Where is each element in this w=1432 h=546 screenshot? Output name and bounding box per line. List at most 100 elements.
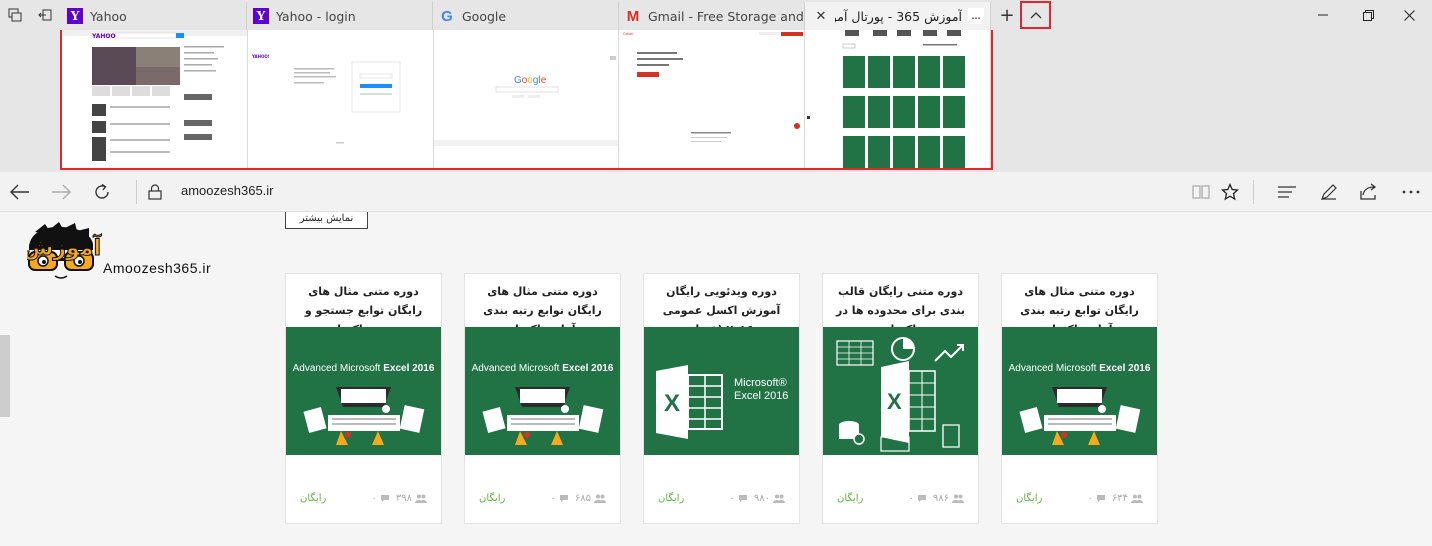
star-icon [1221,183,1239,201]
course-footer: رایگان ۰ ۹۸۶ [823,473,978,523]
price-label: رایگان [658,492,685,504]
gmail-favicon: M [626,7,640,25]
logo-wordmark: آموزش ۳۶۵ [27,233,101,261]
favorite-button[interactable] [1214,176,1246,208]
tab-sets-icon[interactable] [0,0,30,30]
comments-count: ۰ [1088,493,1106,504]
close-tab-icon[interactable]: ✕ [813,8,829,24]
show-more-button[interactable]: نمایش بیشتر [285,212,368,229]
tab-strip: Y Yahoo Y Yahoo - login G Google M Gmail… [61,2,991,30]
tab-gmail[interactable]: M Gmail - Free Storage and Em [619,2,805,30]
course-footer: رایگان ۰ ۳۹۸ [286,473,441,523]
tab-preview-amoozesh[interactable] [805,30,991,168]
close-window-button[interactable] [1386,0,1432,30]
web-page: نمایش بیشتر آموزش ۳۶۵ Amoozesh365.ir دور… [0,212,1432,546]
svg-text:YAHOO!: YAHOO! [251,54,270,59]
tab-title: Yahoo - login [276,8,356,24]
tab-yahoo[interactable]: Y Yahoo [61,2,247,30]
tab-bar: Y Yahoo Y Yahoo - login G Google M Gmail… [0,0,1432,30]
web-note-button[interactable] [1313,176,1345,208]
scrollbar-thumb[interactable] [0,335,10,417]
course-title[interactable]: دوره متنی مثال های رایگان توابع جستجو و … [286,274,441,336]
course-title[interactable]: دوره متنی رایگان قالب بندی برای محدوده ه… [823,274,978,336]
course-title[interactable]: دوره متنی مثال های رایگان توابع رتبه بند… [465,274,620,336]
course-card[interactable]: دوره متنی مثال های رایگان توابع رتبه بند… [1001,273,1158,524]
tab-yahoo-login[interactable]: Y Yahoo - login [247,2,433,30]
forward-button[interactable] [45,176,77,208]
logo-caption: Amoozesh365.ir [103,260,212,276]
new-tab-button[interactable]: + [996,0,1018,30]
course-card[interactable]: دوره متنی مثال های رایگان توابع رتبه بند… [464,273,621,524]
svg-text:Google: Google [514,75,547,86]
tab-previews: YAHOO! YAHOO! Google Gmail [0,30,1432,172]
price-label: رایگان [479,492,506,504]
tab-title: Gmail - Free Storage and Em [648,8,804,24]
course-card[interactable]: دوره متنی رایگان قالب بندی برای محدوده ه… [822,273,979,524]
amoozesh-favicon: ... [968,8,984,24]
excel-charts-illustration: X [836,337,964,452]
minimize-icon [1318,14,1328,16]
students-count: ۹۸۰ [754,493,785,504]
laptop-illustration [303,387,425,445]
yahoo-favicon: Y [67,8,83,24]
tab-preview-gmail[interactable]: Gmail [619,30,806,168]
chevron-up-icon [1030,12,1041,19]
comments-count: ۰ [551,493,569,504]
google-favicon: G [441,7,453,25]
users-icon [594,494,606,503]
course-image: Advanced Microsoft Excel 2016 [1002,327,1157,455]
back-button[interactable] [4,176,36,208]
users-icon [1131,494,1143,503]
tab-preview-google[interactable]: Google [433,30,620,168]
laptop-illustration [1019,387,1141,445]
students-count: ۶۳۴ [1112,493,1143,504]
course-footer: رایگان ۰ ۶۳۴ [1002,473,1157,523]
share-button[interactable] [1353,176,1385,208]
course-image: Advanced Microsoft Excel 2016 [286,327,441,455]
refresh-button[interactable] [86,176,118,208]
comment-icon [559,494,568,502]
hub-button[interactable] [1271,176,1303,208]
course-footer: رایگان ۰ ۶۸۵ [465,473,620,523]
close-icon [1403,9,1415,21]
restore-icon [1362,9,1374,21]
tab-preview-strip: YAHOO! YAHOO! Google Gmail [60,30,993,170]
divider [136,180,137,204]
laptop-illustration [482,387,604,445]
course-title[interactable]: دوره ویدئویی رایگان آموزش اکسل عمومی ۲۰۱… [644,274,799,336]
lock-icon[interactable] [139,176,171,208]
address-bar[interactable]: amoozesh365.ir [181,183,274,198]
course-card[interactable]: دوره ویدئویی رایگان آموزش اکسل عمومی ۲۰۱… [643,273,800,524]
course-stats: ۰ ۶۸۵ [551,493,606,504]
comments-count: ۰ [730,493,748,504]
comment-icon [917,494,926,502]
yahoo-favicon: Y [253,8,269,24]
book-icon [1192,185,1210,199]
users-icon [773,494,785,503]
restore-button[interactable] [1345,0,1391,30]
price-label: رایگان [300,492,327,504]
course-stats: ۰ ۶۳۴ [1088,493,1143,504]
tab-title: Google [462,8,507,24]
tab-title: Yahoo [90,8,127,24]
arrow-left-icon [10,184,29,200]
set-tabs-aside-icon[interactable] [30,0,60,30]
tab-preview-yahoo[interactable]: YAHOO! [62,30,248,168]
tab-google[interactable]: G Google [433,2,619,30]
comments-count: ۰ [372,493,390,504]
students-count: ۹۸۶ [933,493,964,504]
course-title[interactable]: دوره متنی مثال های رایگان توابع رتبه بند… [1002,274,1157,336]
tab-amoozesh[interactable]: ... آموزش 365 - پورتال آموزش ✕ [805,2,991,30]
users-icon [952,494,964,503]
students-count: ۳۹۸ [396,493,427,504]
course-stats: ۰ ۳۹۸ [372,493,427,504]
comment-icon [738,494,747,502]
reading-view-button[interactable] [1185,176,1217,208]
ellipsis-icon [1402,190,1420,194]
hide-tab-previews-button[interactable] [1020,1,1051,29]
course-card[interactable]: دوره متنی مثال های رایگان توابع جستجو و … [285,273,442,524]
more-options-button[interactable] [1395,176,1427,208]
tab-preview-yahoo-login[interactable]: YAHOO! [247,30,434,168]
minimize-button[interactable] [1300,0,1346,30]
share-icon [1360,183,1377,200]
